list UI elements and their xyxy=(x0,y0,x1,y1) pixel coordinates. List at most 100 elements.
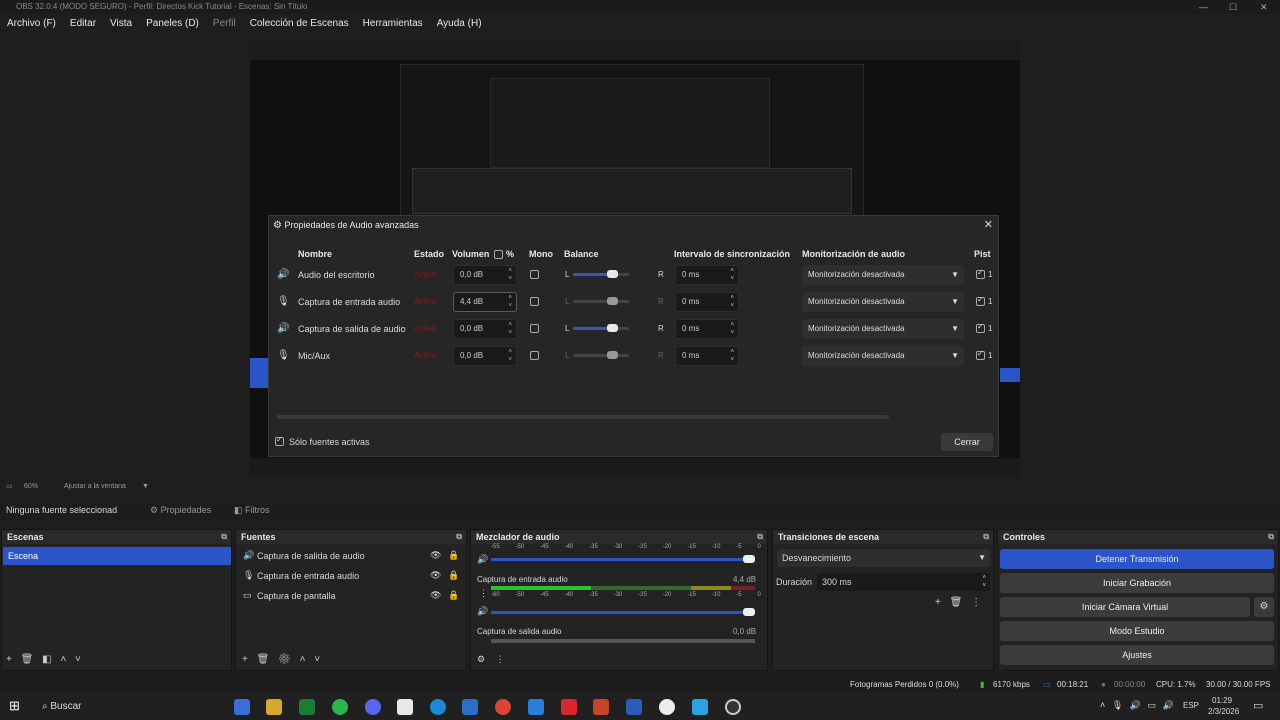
app-icon[interactable] xyxy=(692,699,708,715)
studio-mode-button[interactable]: Modo Estudio xyxy=(1000,621,1274,641)
gear-icon[interactable]: ⚙ xyxy=(1254,597,1274,617)
scene-item[interactable]: Escena xyxy=(3,547,231,565)
minimize-button[interactable]: — xyxy=(1199,0,1208,14)
virtual-camera-button[interactable]: Iniciar Cámara Virtual xyxy=(1000,597,1250,617)
dock-menu-icon[interactable]: ⧉ xyxy=(983,530,989,544)
notification-icon[interactable]: ▭ xyxy=(1253,699,1263,712)
menu-coleccion[interactable]: Colección de Escenas xyxy=(248,16,351,32)
balance-slider[interactable] xyxy=(573,324,629,332)
menu-editar[interactable]: Editar xyxy=(68,16,98,32)
chevron-up-icon[interactable]: ˄ xyxy=(60,654,66,665)
monitoring-select[interactable]: Monitorización desactivada ▼ xyxy=(802,346,964,366)
only-active-checkbox[interactable] xyxy=(275,435,284,446)
trash-icon[interactable]: 🗑 xyxy=(950,597,963,608)
store-icon[interactable] xyxy=(397,699,413,715)
monitoring-select[interactable]: Monitorización desactivada ▼ xyxy=(802,292,964,312)
dock-menu-icon[interactable]: ⧉ xyxy=(757,530,763,544)
gear-icon[interactable]: ⚙ xyxy=(278,654,291,665)
dock-menu-icon[interactable]: ⧉ xyxy=(221,530,227,544)
menu-perfil[interactable]: Perfil xyxy=(211,16,238,32)
mono-checkbox[interactable] xyxy=(530,351,539,360)
slider-knob[interactable] xyxy=(607,297,618,305)
volume-knob[interactable] xyxy=(743,608,755,616)
obs-icon[interactable] xyxy=(725,699,741,715)
sync-spinbox[interactable]: 0 ms ˄ ˅ xyxy=(675,265,739,285)
slider-knob[interactable] xyxy=(607,324,618,332)
lock-icon[interactable]: 🔒 xyxy=(448,570,459,581)
dock-menu-icon[interactable]: ⧉ xyxy=(1268,530,1274,544)
word-icon[interactable] xyxy=(626,699,642,715)
add-icon[interactable]: + xyxy=(6,654,12,665)
clock-date[interactable]: 2/3/2026 xyxy=(1208,707,1239,716)
filters-button[interactable]: ◧ Filtros xyxy=(234,500,270,520)
outlook-icon[interactable] xyxy=(462,699,478,715)
taskbar-search[interactable]: ⌕ Buscar xyxy=(36,697,226,717)
chevron-down-icon[interactable]: ˅ xyxy=(314,654,320,665)
volume-slider[interactable] xyxy=(491,555,755,563)
dock-menu-icon[interactable]: ⧉ xyxy=(456,530,462,544)
mail-icon[interactable] xyxy=(528,699,544,715)
spin-arrows-icon[interactable]: ˄ ˅ xyxy=(730,348,734,364)
language-label[interactable]: ESP xyxy=(1183,701,1199,710)
menu-herramientas[interactable]: Herramientas xyxy=(361,16,425,32)
windows-start-icon[interactable]: ⊞ xyxy=(9,698,20,714)
close-icon[interactable]: ✕ xyxy=(984,218,993,231)
balance-slider[interactable] xyxy=(573,270,629,278)
trash-icon[interactable]: 🗑 xyxy=(257,654,270,665)
more-icon[interactable]: ⋮ xyxy=(496,654,505,664)
speaker-icon[interactable]: 🔊 xyxy=(477,606,488,617)
mono-checkbox[interactable] xyxy=(530,270,539,279)
lock-icon[interactable]: 🔒 xyxy=(448,590,459,601)
file-explorer-icon[interactable] xyxy=(266,699,282,715)
volume-spinbox[interactable]: 0,0 dB ˄ ˅ xyxy=(453,319,517,339)
slider-knob[interactable] xyxy=(607,351,618,359)
duration-spinbox[interactable]: 300 ms ˄ ˅ xyxy=(817,573,990,591)
spin-arrows-icon[interactable]: ˄ ˅ xyxy=(730,267,734,283)
chevron-down-icon[interactable]: ▼ xyxy=(142,481,149,493)
spin-arrows-icon[interactable]: ˄ ˅ xyxy=(508,267,512,283)
eye-icon[interactable]: 👁 xyxy=(430,570,441,581)
volume-spinbox[interactable]: 0,0 dB ˄ ˅ xyxy=(453,346,517,366)
sync-spinbox[interactable]: 0 ms ˄ ˅ xyxy=(675,319,739,339)
menu-ayuda[interactable]: Ayuda (H) xyxy=(435,16,484,32)
close-button[interactable]: Cerrar xyxy=(941,433,993,451)
spin-arrows-icon[interactable]: ˄ ˅ xyxy=(508,348,512,364)
chevron-down-icon[interactable]: ˅ xyxy=(75,654,81,665)
chrome-icon[interactable] xyxy=(495,699,511,715)
menu-vista[interactable]: Vista xyxy=(108,16,134,32)
source-item[interactable]: 🎙 Captura de entrada audio 👁 🔒 xyxy=(236,570,466,588)
stop-stream-button[interactable]: Detener Transmisión xyxy=(1000,549,1274,569)
mono-checkbox[interactable] xyxy=(530,324,539,333)
zoom-value[interactable]: 60% xyxy=(24,481,38,493)
volume-knob[interactable] xyxy=(743,555,755,563)
spin-arrows-icon[interactable]: ˄ ˅ xyxy=(730,321,734,337)
discord-icon[interactable] xyxy=(365,699,381,715)
copilot-icon[interactable] xyxy=(234,699,250,715)
settings-button[interactable]: Ajustes xyxy=(1000,645,1274,665)
start-recording-button[interactable]: Iniciar Grabación xyxy=(1000,573,1274,593)
spin-arrows-icon[interactable]: ˄ ˅ xyxy=(730,294,734,310)
sync-spinbox[interactable]: 0 ms ˄ ˅ xyxy=(675,346,739,366)
maximize-button[interactable]: ☐ xyxy=(1229,0,1237,14)
volume-slider[interactable] xyxy=(491,608,755,616)
source-item[interactable]: 🔊 Captura de salida de audio 👁 🔒 xyxy=(236,550,466,568)
eye-icon[interactable]: 👁 xyxy=(430,550,441,561)
monitoring-select[interactable]: Monitorización desactivada ▼ xyxy=(802,265,964,285)
clock-time[interactable]: 01:29 xyxy=(1212,696,1232,705)
speaker-icon[interactable]: 🔊 xyxy=(1130,700,1141,710)
volume-icon[interactable]: 🔊 xyxy=(1163,700,1174,710)
volume-percent-checkbox[interactable] xyxy=(494,250,503,259)
spin-arrows-icon[interactable]: ˄ ˅ xyxy=(982,574,986,590)
horizontal-scrollbar[interactable] xyxy=(277,415,889,419)
volume-spinbox[interactable]: 0,0 dB ˄ ˅ xyxy=(453,265,517,285)
menu-archivo[interactable]: Archivo (F) xyxy=(5,16,58,32)
sync-spinbox[interactable]: 0 ms ˄ ˅ xyxy=(675,292,739,312)
lock-icon[interactable]: 🔒 xyxy=(448,550,459,561)
transition-select[interactable]: Desvanecimiento ▼ xyxy=(777,549,990,567)
powerpoint-icon[interactable] xyxy=(593,699,609,715)
volume-spinbox[interactable]: 4,4 dB ˄ ˅ xyxy=(453,292,517,312)
mono-checkbox[interactable] xyxy=(530,297,539,306)
clock-app-icon[interactable] xyxy=(659,699,675,715)
monitoring-select[interactable]: Monitorización desactivada ▼ xyxy=(802,319,964,339)
track-checkbox[interactable] xyxy=(976,295,985,306)
